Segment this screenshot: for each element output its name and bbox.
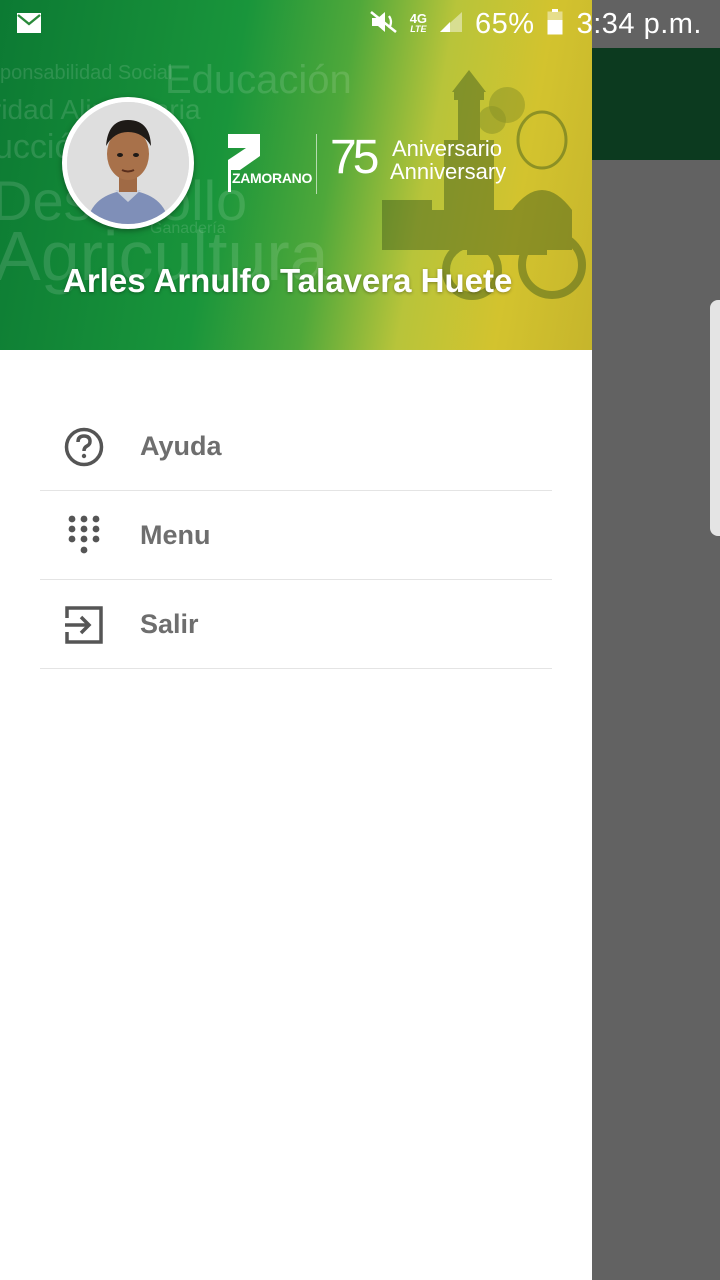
exit-icon bbox=[65, 606, 103, 644]
anniversary-label-es: Aniversario bbox=[392, 136, 503, 161]
navigation-drawer: ponsabilidad Social Educación ridad Alim… bbox=[0, 0, 592, 1280]
email-icon bbox=[16, 12, 42, 39]
watermark-text: ponsabilidad Social bbox=[0, 62, 173, 84]
battery-icon bbox=[547, 8, 563, 40]
zamorano-wordmark: ZAMORANO bbox=[232, 170, 313, 186]
menu-item-salir[interactable]: Salir bbox=[40, 580, 552, 669]
menu-item-ayuda[interactable]: Ayuda bbox=[40, 402, 552, 491]
menu-item-label: Ayuda bbox=[140, 430, 222, 461]
status-bar: 4G LTE 65% 3:34 p.m. bbox=[0, 0, 720, 48]
menu-item-label: Salir bbox=[140, 608, 199, 639]
mute-icon bbox=[369, 10, 398, 39]
avatar[interactable] bbox=[62, 97, 194, 229]
anniversary-label-en: Anniversary bbox=[390, 159, 507, 184]
dialpad-icon bbox=[68, 515, 100, 554]
drawer-menu: Ayuda Menu Salir bbox=[40, 402, 552, 669]
header-illustration bbox=[382, 70, 586, 300]
user-name: Arles Arnulfo Talavera Huete bbox=[63, 262, 513, 299]
clock: 3:34 p.m. bbox=[576, 7, 702, 40]
logo-divider bbox=[316, 134, 317, 194]
menu-item-menu[interactable]: Menu bbox=[40, 491, 552, 580]
menu-item-label: Menu bbox=[140, 519, 211, 550]
help-icon bbox=[64, 427, 104, 467]
signal-icon bbox=[439, 11, 463, 38]
scroll-handle[interactable] bbox=[710, 300, 720, 536]
user-photo bbox=[67, 102, 189, 224]
anniversary-number: 75 bbox=[330, 131, 379, 184]
drawer-header: ponsabilidad Social Educación ridad Alim… bbox=[0, 0, 592, 350]
watermark-text: Ganadería bbox=[150, 220, 226, 237]
battery-percent: 65% bbox=[475, 7, 535, 40]
network-type-label: 4G LTE bbox=[409, 11, 428, 34]
